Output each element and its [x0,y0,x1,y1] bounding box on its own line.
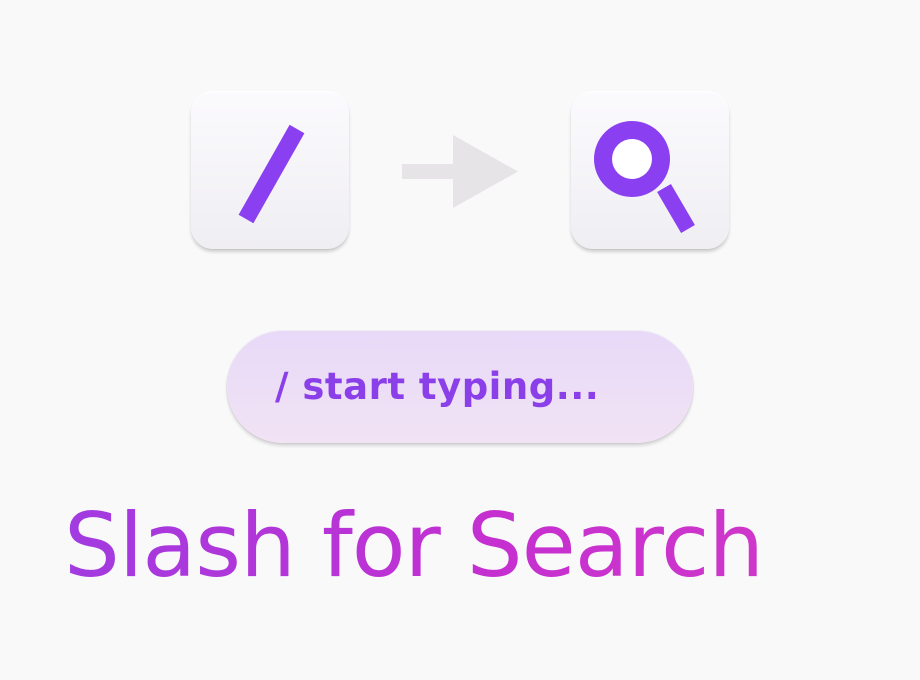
search-input-pill: / start typing... [227,331,693,443]
search-pill-text: / start typing... [275,365,600,408]
arrow-right-icon [402,135,518,208]
slash-icon [238,124,305,224]
hero-illustration: / start typing... Slash for Search [0,0,920,680]
slash-key [191,91,349,249]
page-title: Slash for Search [64,486,854,606]
search-key [571,91,729,249]
magnifier-icon [594,121,695,234]
